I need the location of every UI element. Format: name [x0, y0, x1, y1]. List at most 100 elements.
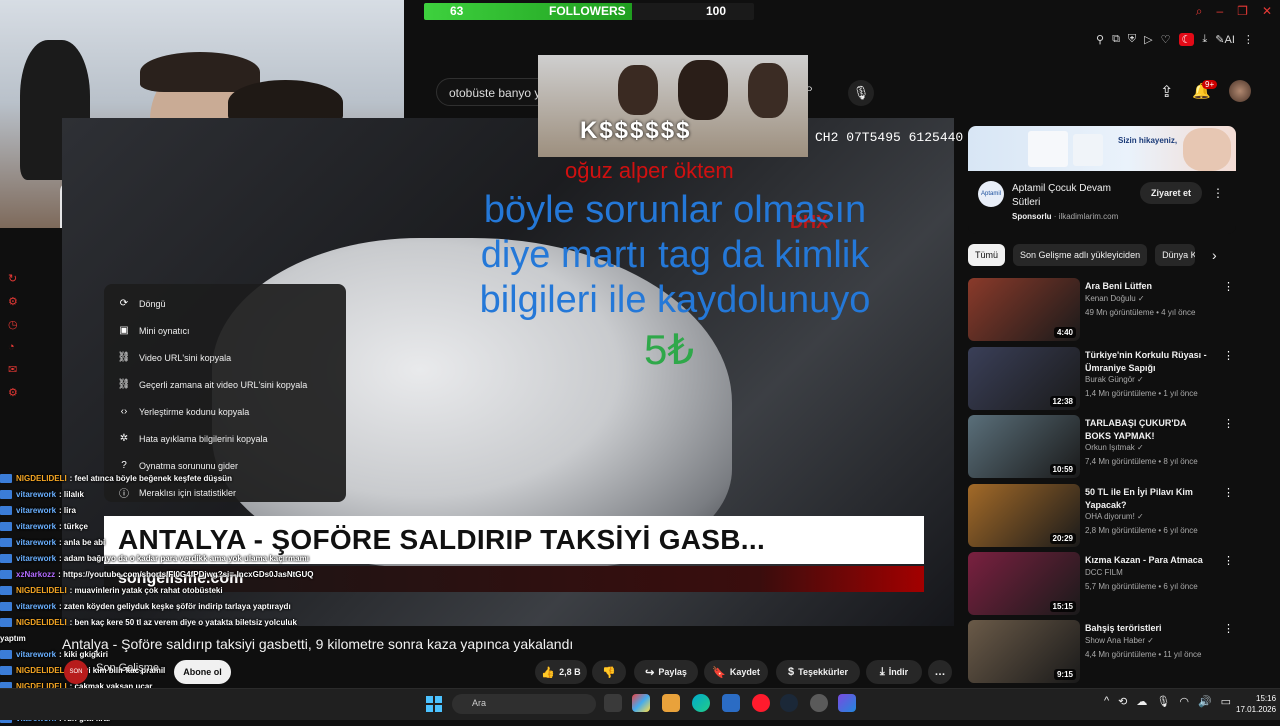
wifi-icon[interactable]: ◠: [1179, 695, 1189, 708]
opera-icon[interactable]: [752, 694, 770, 712]
link-icon: ⛓: [117, 379, 131, 390]
channel-name[interactable]: Son Gelişme: [96, 662, 159, 674]
recommendation-title[interactable]: Bahşiş teröristleri: [1085, 622, 1213, 635]
ad-title[interactable]: Aptamil Çocuk Devam Sütleri: [1012, 182, 1130, 210]
download-icon[interactable]: ⤓: [1202, 33, 1207, 46]
share-button[interactable]: ↪ Paylaş: [634, 660, 698, 684]
store-icon[interactable]: [722, 694, 740, 712]
channel-avatar[interactable]: SON: [64, 660, 88, 684]
task-view-icon[interactable]: [604, 694, 622, 712]
more-actions-button[interactable]: …: [928, 660, 952, 684]
recommendation-channel[interactable]: Orkun Işıtmak ✓: [1085, 443, 1144, 452]
play-icon[interactable]: ▷: [1144, 33, 1152, 46]
flag-icon[interactable]: ☾: [1178, 32, 1195, 46]
video-thumbnail[interactable]: 9:15: [968, 620, 1080, 683]
mic-icon[interactable]: 🎙: [848, 80, 874, 106]
recommendation-channel[interactable]: Burak Güngör ✓: [1085, 375, 1144, 384]
alarm-icon[interactable]: ◔: [8, 341, 22, 353]
more-icon[interactable]: ⋮: [1223, 486, 1234, 499]
shield-icon[interactable]: ⛨: [1128, 33, 1136, 46]
steam-icon[interactable]: [780, 694, 798, 712]
robot-icon[interactable]: ⚙: [8, 295, 22, 308]
download-button[interactable]: ⤓ İndir: [866, 660, 922, 684]
recommendation-title[interactable]: Kızma Kazan - Para Atmaca: [1085, 554, 1213, 567]
more-icon[interactable]: ⋮: [1223, 417, 1234, 430]
avatar[interactable]: [1229, 80, 1251, 102]
menu-item-copy-url[interactable]: ⛓ Video URL'sini kopyala: [104, 344, 346, 371]
taskbar-search[interactable]: Ara: [452, 694, 596, 714]
search-icon[interactable]: ⌕: [1196, 4, 1203, 20]
obs-icon[interactable]: [810, 694, 828, 712]
minimize-icon[interactable]: –: [1216, 4, 1223, 20]
menu-item-copy-url-time[interactable]: ⛓ Geçerli zamana ait video URL'sini kopya…: [104, 371, 346, 398]
recommendation-channel[interactable]: DCC FILM: [1085, 568, 1123, 577]
video-thumbnail[interactable]: 12:38: [968, 347, 1080, 410]
recommendation-item[interactable]: 20:29 50 TL ile En İyi Pilavı Kim Yapacak…: [968, 484, 1238, 548]
chat-badge-icon: [0, 601, 12, 611]
pin-icon[interactable]: ⚲: [1096, 33, 1104, 46]
recommendation-title[interactable]: Türkiye'nin Korkulu Rüyası - Ümraniye Sa…: [1085, 349, 1213, 375]
refresh-icon[interactable]: ⟲: [1118, 695, 1127, 708]
thanks-button[interactable]: $ Teşekkürler: [776, 660, 860, 684]
chevron-right-icon[interactable]: ›: [1212, 247, 1217, 263]
recommendation-item[interactable]: 10:59 TARLABAŞI ÇUKUR'DA BOKS YAPMAK! Orku…: [968, 415, 1238, 479]
edge-icon[interactable]: [692, 694, 710, 712]
recommendation-title[interactable]: 50 TL ile En İyi Pilavı Kim Yapacak?: [1085, 486, 1213, 512]
caption-line: böyle sorunlar olmasın: [483, 189, 867, 231]
more-icon[interactable]: ⋮: [1223, 554, 1234, 567]
windows-start-icon[interactable]: [426, 696, 442, 712]
video-thumbnail[interactable]: 4:40: [968, 278, 1080, 341]
video-thumbnail[interactable]: 20:29: [968, 484, 1080, 547]
clock-icon[interactable]: ◷: [8, 318, 22, 331]
search-icon[interactable]: ⌕: [805, 80, 829, 104]
refresh-icon[interactable]: ↻: [8, 272, 22, 285]
chip-uploader[interactable]: Son Gelişme adlı yükleyiciden: [1013, 244, 1148, 266]
battery-icon[interactable]: ▭: [1221, 695, 1231, 708]
chat-badge-icon: [0, 505, 12, 515]
menu-item-miniplayer[interactable]: ▣ Mini oynatıcı: [104, 317, 346, 344]
thanks-icon: $: [788, 666, 795, 678]
recommendation-item[interactable]: 15:15 Kızma Kazan - Para Atmaca DCC FILM 5,…: [968, 552, 1238, 616]
ad-visit-button[interactable]: Ziyaret et: [1140, 182, 1202, 204]
gear-icon[interactable]: ⚙: [8, 386, 22, 399]
like-button[interactable]: 👍 2,8 B: [535, 660, 587, 684]
video-thumbnail[interactable]: 10:59: [968, 415, 1080, 478]
mic-icon[interactable]: 🎙: [1156, 695, 1170, 708]
menu-icon[interactable]: ⋮: [1243, 33, 1254, 46]
close-icon[interactable]: ✕: [1262, 4, 1272, 20]
maximize-icon[interactable]: ❐: [1237, 4, 1248, 20]
more-icon[interactable]: ⋮: [1223, 280, 1234, 293]
recommendation-item[interactable]: 9:15 Bahşiş teröristleri Show Ana Haber ✓ 4…: [968, 620, 1238, 684]
cloud-icon[interactable]: ☁: [1136, 695, 1147, 708]
heart-icon[interactable]: ♡: [1161, 33, 1171, 46]
recommendation-title[interactable]: Ara Beni Lütfen: [1085, 280, 1213, 293]
ai-icon[interactable]: ✎AI: [1215, 33, 1235, 46]
chip-all[interactable]: Tümü: [968, 244, 1006, 266]
recommendation-channel[interactable]: Show Ana Haber ✓: [1085, 636, 1154, 645]
recommendation-title[interactable]: TARLABAŞI ÇUKUR'DA BOKS YAPMAK!: [1085, 417, 1213, 443]
more-icon[interactable]: ⋮: [1212, 186, 1224, 200]
widgets-icon[interactable]: [632, 694, 650, 712]
recommendation-item[interactable]: 4:40 Ara Beni Lütfen Kenan Doğulu ✓ 49 Mn g…: [968, 278, 1238, 342]
video-thumbnail[interactable]: 15:15: [968, 552, 1080, 615]
recommendation-channel[interactable]: Kenan Doğulu ✓: [1085, 294, 1145, 303]
clock[interactable]: 15:16 17.01.2026: [1236, 693, 1276, 715]
menu-item-copy-embed[interactable]: ‹› Yerleştirme kodunu kopyala: [104, 398, 346, 425]
save-button[interactable]: 🔖 Kaydet: [704, 660, 768, 684]
more-icon[interactable]: ⋮: [1223, 349, 1234, 362]
volume-icon[interactable]: 🔊: [1198, 695, 1212, 708]
chat-icon[interactable]: ✉: [8, 363, 22, 376]
dislike-button[interactable]: 👎: [592, 660, 626, 684]
recommendation-item[interactable]: 12:38 Türkiye'nin Korkulu Rüyası - Ümrani…: [968, 347, 1238, 411]
app-icon[interactable]: [838, 694, 856, 712]
chip-world-cup[interactable]: Dünya Kupası: [1155, 244, 1196, 266]
extension-icon[interactable]: ⧉: [1112, 33, 1120, 46]
upload-icon[interactable]: ⇪: [1160, 82, 1173, 102]
subscribe-button[interactable]: Abone ol: [174, 660, 231, 684]
chevron-up-icon[interactable]: ^: [1104, 695, 1109, 708]
more-icon[interactable]: ⋮: [1223, 622, 1234, 635]
menu-item-copy-debug[interactable]: ✲ Hata ayıklama bilgilerini kopyala: [104, 425, 346, 452]
menu-item-loop[interactable]: ⟳ Döngü: [104, 290, 346, 317]
file-explorer-icon[interactable]: [662, 694, 680, 712]
recommendation-channel[interactable]: OHA diyorum! ✓: [1085, 512, 1144, 521]
